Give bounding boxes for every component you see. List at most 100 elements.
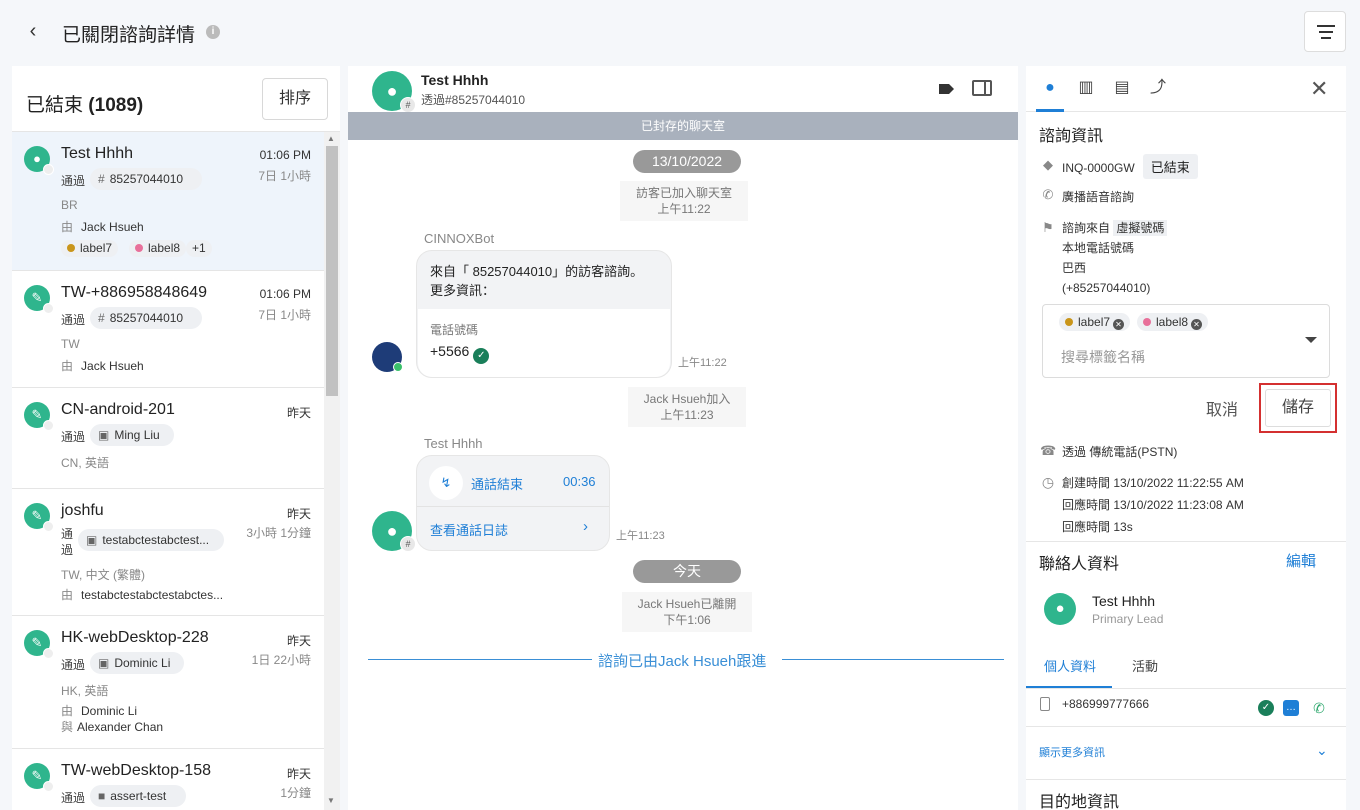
tab-activity[interactable]: 活動 <box>1132 656 1158 675</box>
replied-time: 回應時間 13/10/2022 11:23:08 AM <box>1062 498 1244 512</box>
tab-contact-icon[interactable]: ● <box>1038 76 1062 100</box>
call-icon[interactable]: ✆ <box>1311 700 1327 716</box>
info-icon[interactable]: i <box>206 25 220 39</box>
chevron-right-icon[interactable]: › <box>583 518 588 535</box>
item-meta: TW, 中文 (繁體) <box>61 568 145 582</box>
list-item[interactable]: ✎ HK-webDesktop-228 昨天 1日 22小時 通過 ▣ Domin… <box>12 616 324 749</box>
tab-document-icon[interactable]: ▤ <box>1110 76 1134 100</box>
remove-tag-icon[interactable]: ✕ <box>1113 319 1125 330</box>
tab-indicator <box>1036 109 1064 112</box>
item-meta: HK, 英語 <box>61 684 109 698</box>
filter-button[interactable] <box>1304 11 1346 52</box>
system-message: Jack Hsueh加入 上午11:23 <box>628 387 746 427</box>
item-age: 7日 1小時 <box>258 308 311 322</box>
tag-search-input[interactable]: 搜尋標籤名稱 <box>1061 347 1145 367</box>
agent-icon: ▣ <box>98 656 110 670</box>
list-item[interactable]: ✎ TW-webDesktop-158 昨天 1分鐘 通過 ■ assert-te… <box>12 749 324 810</box>
list-scrollbar[interactable]: ▲ ▼ <box>324 132 340 810</box>
page-title: 已關閉諮詢詳情 <box>62 25 196 46</box>
section-inquiry-title: 諮詢資訊 <box>1039 128 1104 145</box>
list-item[interactable]: ✎ joshfu 昨天 3小時 1分鐘 通 過 ▣ testabctestabct… <box>12 489 324 616</box>
item-collaborator: 與 Alexander Chan <box>61 720 164 734</box>
item-time: 01:06 PM <box>259 287 311 301</box>
channel-chip: #85257044010 <box>90 307 202 329</box>
hash-icon: # <box>98 172 105 186</box>
save-button[interactable]: 儲存 <box>1265 389 1331 427</box>
date-divider: 今天 <box>633 560 741 583</box>
item-age: 3小時 1分鐘 <box>246 526 311 540</box>
agent-chip: ▣ testabctestabctest... <box>78 529 224 551</box>
avatar: ● <box>24 146 54 175</box>
side-panel-icon[interactable] <box>972 80 992 96</box>
flag-icon: ⚑ <box>1042 220 1054 235</box>
list-title: 已結束 (1089) <box>26 95 144 116</box>
tag-selector[interactable]: label7 ✕ label8 ✕ 搜尋標籤名稱 <box>1042 304 1330 378</box>
chat-icon[interactable]: … <box>1283 700 1299 716</box>
mobile-icon <box>1040 697 1050 711</box>
hash-icon: # <box>400 536 416 552</box>
chevron-down-icon[interactable]: ⌄ <box>1316 742 1328 759</box>
item-age: 7日 1小時 <box>258 169 311 183</box>
list-item[interactable]: ● Test Hhhh 01:06 PM 7日 1小時 通過 #85257044… <box>12 132 324 271</box>
label-chip: label8 <box>129 240 187 257</box>
bot-message-line: 來自「 85257044010」的訪客諮詢。 <box>430 264 644 279</box>
call-log-link[interactable]: 查看通話日誌 <box>430 520 508 539</box>
tab-map-icon[interactable]: ▥ <box>1074 76 1098 100</box>
status-badge: 已結束 <box>1142 154 1198 179</box>
sort-button[interactable]: 排序 <box>262 78 328 120</box>
label-chip: label7 <box>61 240 119 257</box>
inquiry-id-row: INQ-0000GW 已結束 <box>1062 154 1198 179</box>
item-via: 通過 <box>61 791 86 805</box>
avatar: ✎ <box>24 763 54 792</box>
show-more-link[interactable]: 顯示更多資訊 <box>1039 744 1105 760</box>
label-dot <box>67 244 75 252</box>
item-assignee: 由 Jack Hsueh <box>61 220 144 234</box>
top-bar: ‹ 已關閉諮詢詳情 i <box>0 0 1360 64</box>
list-item[interactable]: ✎ CN-android-201 昨天 通過 ▣ Ming Liu CN, 英語 <box>12 388 324 489</box>
item-name: joshfu <box>61 502 104 519</box>
contact-phone: +886999777666 <box>1062 697 1150 711</box>
filter-icon <box>1317 25 1335 27</box>
bot-message-bubble: 來自「 85257044010」的訪客諮詢。 更多資訊： 電話號碼 +5566 ✓ <box>416 250 672 378</box>
scroll-down-icon[interactable]: ▼ <box>327 796 335 805</box>
avatar: ✎ <box>24 402 54 431</box>
item-meta: CN, 英語 <box>61 456 110 470</box>
scroll-thumb[interactable] <box>326 146 338 396</box>
close-icon[interactable]: ✕ <box>1310 76 1328 102</box>
inquiry-list: ● Test Hhhh 01:06 PM 7日 1小時 通過 #85257044… <box>12 132 324 810</box>
phone-value: +5566 ✓ <box>430 343 490 364</box>
cancel-button[interactable]: 取消 <box>1206 396 1238 420</box>
details-panel: ● ▥ ▤ ⤴ ✕ 諮詢資訊 ◆ INQ-0000GW 已結束 ✆ 廣播語音諮詢 … <box>1026 66 1346 810</box>
item-assignee: 由 Jack Hsueh <box>61 359 144 373</box>
response-duration: 回應時間 13s <box>1062 520 1133 534</box>
item-assignee: 由 Dominic Li <box>61 704 138 718</box>
remove-tag-icon[interactable]: ✕ <box>1191 319 1203 330</box>
hash-icon: # <box>98 311 105 325</box>
tag-icon[interactable] <box>938 80 956 98</box>
back-icon[interactable]: ‹ <box>22 20 44 42</box>
tab-merge-icon[interactable]: ⤴ <box>1146 76 1170 100</box>
more-labels[interactable]: +1 <box>186 240 212 257</box>
item-assignee: 由 testabctestabctestabctes... <box>61 588 224 602</box>
tag-icon: ■ <box>98 789 106 803</box>
item-via: 通過 <box>61 313 86 327</box>
avatar: ✎ <box>24 630 54 659</box>
agent-chip: ▣ Dominic Li <box>90 652 184 674</box>
date-divider: 13/10/2022 <box>633 150 741 173</box>
chat-panel: ● # Test Hhhh 透過#85257044010 已封存的聊天室 13/… <box>348 66 1018 810</box>
sender-name: CINNOXBot <box>424 231 495 246</box>
tab-profile[interactable]: 個人資料 <box>1044 656 1096 675</box>
item-name: Test Hhhh <box>61 145 134 162</box>
message-time: 上午11:22 <box>678 357 727 369</box>
edit-button[interactable]: 編輯 <box>1286 550 1316 571</box>
sender-name: Test Hhhh <box>424 436 483 451</box>
item-age: 1分鐘 <box>280 786 311 800</box>
avatar: ✎ <box>24 503 54 532</box>
list-item[interactable]: ✎ TW-+886958848649 01:06 PM 7日 1小時 通過 #8… <box>12 271 324 388</box>
item-name: CN-android-201 <box>61 401 175 418</box>
item-via: 通 <box>61 527 74 541</box>
tag-chip: label7 ✕ <box>1059 313 1131 331</box>
scroll-up-icon[interactable]: ▲ <box>327 134 335 143</box>
chevron-down-icon[interactable] <box>1305 337 1317 343</box>
item-time: 昨天 <box>286 767 311 781</box>
